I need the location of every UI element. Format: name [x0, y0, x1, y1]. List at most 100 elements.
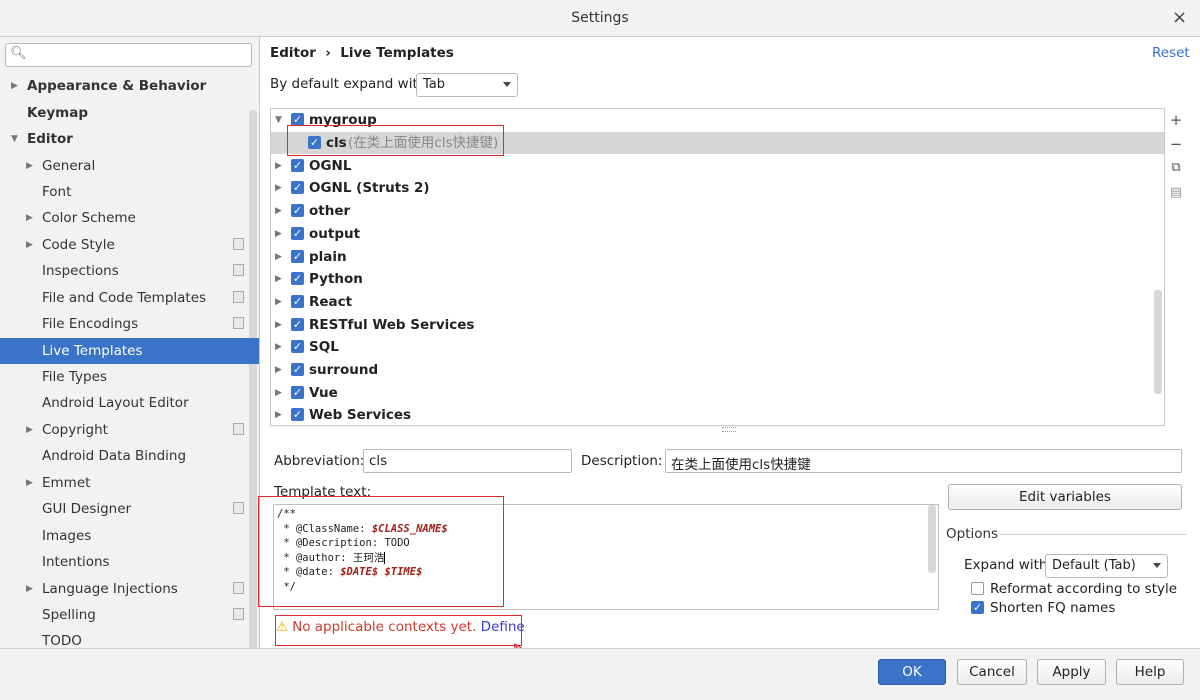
checkbox-checked-icon[interactable]: ✓: [291, 318, 304, 331]
chevron-right-icon[interactable]: ▶: [11, 73, 18, 99]
copy-icon[interactable]: ⧉: [1164, 160, 1188, 175]
checkbox-checked-icon[interactable]: ✓: [291, 227, 304, 240]
add-icon[interactable]: +: [1164, 111, 1188, 129]
checkbox-checked-icon[interactable]: ✓: [291, 363, 304, 376]
chevron-down-icon[interactable]: ▼: [11, 126, 18, 152]
chevron-right-icon[interactable]: ▶: [275, 404, 282, 425]
chevron-right-icon[interactable]: ▶: [26, 232, 33, 258]
chevron-right-icon[interactable]: ▶: [275, 200, 282, 222]
sidebar-item-android-data-binding[interactable]: Android Data Binding: [0, 443, 259, 469]
checkbox-checked-icon[interactable]: ✓: [291, 340, 304, 353]
tree-group-other[interactable]: ▶ ✓ other: [271, 200, 1164, 222]
description-value: 在类上面使用cls快捷键: [671, 457, 811, 473]
tree-group-label: Python: [309, 271, 363, 287]
edit-variables-button[interactable]: Edit variables: [948, 484, 1182, 510]
checkbox-checked-icon[interactable]: ✓: [291, 250, 304, 263]
chevron-right-icon[interactable]: ▶: [26, 576, 33, 602]
checkbox-checked-icon[interactable]: ✓: [291, 295, 304, 308]
tree-group-react[interactable]: ▶ ✓ React: [271, 291, 1164, 313]
tree-group-output[interactable]: ▶ ✓ output: [271, 223, 1164, 245]
apply-button[interactable]: Apply: [1037, 659, 1106, 685]
sidebar-item-code-style[interactable]: ▶ Code Style: [0, 232, 259, 258]
remove-icon[interactable]: −: [1164, 135, 1188, 153]
chevron-right-icon[interactable]: ▶: [275, 177, 282, 199]
tree-group-sql[interactable]: ▶ ✓ SQL: [271, 336, 1164, 358]
sidebar-item-android-layout-editor[interactable]: Android Layout Editor: [0, 390, 259, 416]
tree-scrollbar[interactable]: [1154, 290, 1162, 394]
description-field[interactable]: 在类上面使用cls快捷键: [665, 449, 1182, 473]
search-input[interactable]: 🔍︎: [5, 43, 252, 67]
checkbox-checked-icon[interactable]: ✓: [291, 204, 304, 217]
editor-scrollbar[interactable]: [928, 505, 936, 573]
close-icon[interactable]: ×: [1172, 7, 1187, 28]
chevron-right-icon[interactable]: ▶: [275, 291, 282, 313]
tree-group-ognl[interactable]: ▶ ✓ OGNL: [271, 155, 1164, 177]
chevron-right-icon[interactable]: ▶: [275, 155, 282, 177]
sidebar-item-images[interactable]: Images: [0, 523, 259, 549]
chevron-right-icon[interactable]: ▶: [275, 359, 282, 381]
options-expand-select[interactable]: Default (Tab): [1045, 554, 1168, 578]
chevron-down-icon[interactable]: ▼: [275, 109, 282, 131]
help-button[interactable]: Help: [1116, 659, 1184, 685]
sidebar-item-label: File and Code Templates: [42, 290, 207, 306]
reset-link[interactable]: Reset: [1152, 45, 1190, 61]
sidebar-item-label: Language Injections: [42, 581, 178, 597]
checkbox-checked-icon[interactable]: ✓: [291, 386, 304, 399]
sidebar-item-color-scheme[interactable]: ▶ Color Scheme: [0, 205, 259, 231]
sidebar-item-emmet[interactable]: ▶ Emmet: [0, 470, 259, 496]
tree-group-plain[interactable]: ▶ ✓ plain: [271, 246, 1164, 268]
tree-group-surround[interactable]: ▶ ✓ surround: [271, 359, 1164, 381]
tree-group-restful[interactable]: ▶ ✓ RESTful Web Services: [271, 314, 1164, 336]
annotation-box: [287, 125, 504, 156]
options-expand-label: Expand with: [964, 557, 1048, 573]
sidebar-item-font[interactable]: Font: [0, 179, 259, 205]
sidebar-item-intentions[interactable]: Intentions: [0, 549, 259, 575]
abbreviation-label: Abbreviation:: [274, 453, 365, 469]
sidebar-item-language-injections[interactable]: ▶ Language Injections: [0, 576, 259, 602]
chevron-right-icon[interactable]: ▶: [26, 417, 33, 443]
abbreviation-field[interactable]: cls: [363, 449, 572, 473]
ok-button[interactable]: OK: [878, 659, 946, 685]
checkbox-checked-icon[interactable]: ✓: [291, 159, 304, 172]
sidebar-item-editor[interactable]: ▼ Editor: [0, 126, 259, 152]
checkbox-checked-icon[interactable]: ✓: [291, 408, 304, 421]
sidebar-item-copyright[interactable]: ▶ Copyright: [0, 417, 259, 443]
sidebar-item-inspections[interactable]: Inspections: [0, 258, 259, 284]
sidebar-item-gui-designer[interactable]: GUI Designer: [0, 496, 259, 522]
tree-group-label: Web Services: [309, 407, 412, 423]
sidebar-item-file-types[interactable]: File Types: [0, 364, 259, 390]
chevron-right-icon[interactable]: ▶: [275, 246, 282, 268]
description-label: Description:: [581, 453, 663, 469]
sidebar-item-file-code-templates[interactable]: File and Code Templates: [0, 285, 259, 311]
shorten-fq-checkbox[interactable]: ✓: [971, 601, 984, 614]
chevron-right-icon[interactable]: ▶: [275, 314, 282, 336]
checkbox-checked-icon[interactable]: ✓: [291, 181, 304, 194]
cancel-button[interactable]: Cancel: [957, 659, 1027, 685]
chevron-right-icon[interactable]: ▶: [26, 205, 33, 231]
chevron-right-icon[interactable]: ▶: [26, 153, 33, 179]
tree-group-ognl-struts[interactable]: ▶ ✓ OGNL (Struts 2): [271, 177, 1164, 199]
tree-group-web-services[interactable]: ▶ ✓ Web Services: [271, 404, 1164, 425]
sidebar-item-general[interactable]: ▶ General: [0, 153, 259, 179]
splitter-handle[interactable]: [270, 425, 1188, 433]
chevron-right-icon[interactable]: ▶: [275, 382, 282, 404]
checkbox-checked-icon[interactable]: ✓: [291, 272, 304, 285]
chevron-right-icon[interactable]: ▶: [275, 223, 282, 245]
chevron-down-icon: [1153, 563, 1161, 568]
tree-group-label: SQL: [309, 339, 339, 355]
sidebar-item-live-templates[interactable]: Live Templates: [0, 338, 259, 364]
sidebar-item-keymap[interactable]: Keymap: [0, 100, 259, 126]
chevron-right-icon[interactable]: ▶: [275, 336, 282, 358]
reformat-checkbox[interactable]: [971, 582, 984, 595]
sidebar-item-todo[interactable]: TODO: [0, 628, 259, 648]
chevron-right-icon[interactable]: ▶: [26, 470, 33, 496]
restore-defaults-icon[interactable]: ▤: [1164, 185, 1188, 200]
sidebar-item-file-encodings[interactable]: File Encodings: [0, 311, 259, 337]
tree-group-vue[interactable]: ▶ ✓ Vue: [271, 382, 1164, 404]
expand-with-select[interactable]: Tab: [416, 73, 518, 97]
chevron-right-icon[interactable]: ▶: [275, 268, 282, 290]
sidebar-item-appearance[interactable]: ▶ Appearance & Behavior: [0, 73, 259, 99]
tree-group-python[interactable]: ▶ ✓ Python: [271, 268, 1164, 290]
sidebar-item-spelling[interactable]: Spelling: [0, 602, 259, 628]
sidebar-item-label: Code Style: [42, 237, 115, 253]
